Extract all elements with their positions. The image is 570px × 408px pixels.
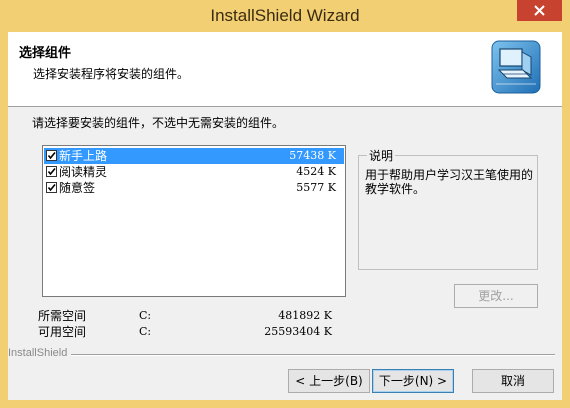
next-button[interactable]: 下一步(N) > (372, 369, 454, 393)
footer-divider (71, 354, 555, 356)
installer-window: InstallShield Wizard 选择组件 选择安装程序将安装的组件。 (0, 0, 570, 408)
page-title: 选择组件 (19, 46, 72, 61)
installshield-brand: InstallShield (8, 347, 68, 359)
description-group: 说明 用于帮助用户学习汉王笔使用的教学软件。 (358, 147, 538, 270)
window-title: InstallShield Wizard (210, 6, 360, 25)
cancel-button[interactable]: 取消 (472, 369, 554, 393)
back-button[interactable]: < 上一步(B) (288, 369, 370, 393)
instruction-text: 请选择要安装的组件，不选中无需安装的组件。 (32, 116, 285, 130)
change-button[interactable]: 更改... (454, 284, 538, 308)
component-checkbox[interactable] (46, 182, 57, 193)
component-checkbox[interactable] (46, 166, 57, 177)
available-space-drive: C: (139, 325, 152, 338)
component-row[interactable]: 新手上路 57438 K (44, 148, 344, 164)
available-space-label: 可用空间 (38, 325, 87, 339)
wizard-header: 选择组件 选择安装程序将安装的组件。 (8, 32, 562, 107)
dialog-body: 选择组件 选择安装程序将安装的组件。 请选择要安装的组件，不选中无需安装的组件。 (8, 32, 562, 400)
description-text: 用于帮助用户学习汉王笔使用的教学软件。 (365, 168, 534, 196)
checkmark-icon (47, 151, 56, 160)
component-size: 4524 K (296, 165, 336, 178)
component-name: 阅读精灵 (59, 165, 108, 179)
component-checkbox[interactable] (46, 150, 57, 161)
component-size: 5577 K (296, 181, 336, 194)
close-icon (534, 5, 545, 16)
installer-computer-icon (491, 40, 541, 94)
checkmark-icon (47, 167, 56, 176)
description-title: 说明 (367, 147, 396, 164)
required-space-drive: C: (139, 309, 152, 322)
component-size: 57438 K (289, 149, 336, 162)
title-bar[interactable]: InstallShield Wizard (0, 0, 570, 32)
component-list[interactable]: 新手上路 57438 K 阅读精灵 4524 K 随意签 5577 K (42, 145, 346, 297)
component-name: 随意签 (59, 181, 96, 195)
component-name: 新手上路 (59, 149, 108, 163)
required-space-value: 481892 K (278, 309, 332, 322)
available-space-value: 25593404 K (264, 325, 332, 338)
close-button[interactable] (517, 0, 562, 21)
checkmark-icon (47, 183, 56, 192)
component-row[interactable]: 随意签 5577 K (44, 180, 344, 196)
required-space-label: 所需空间 (38, 309, 87, 323)
page-subtitle: 选择安装程序将安装的组件。 (33, 67, 190, 81)
component-row[interactable]: 阅读精灵 4524 K (44, 164, 344, 180)
